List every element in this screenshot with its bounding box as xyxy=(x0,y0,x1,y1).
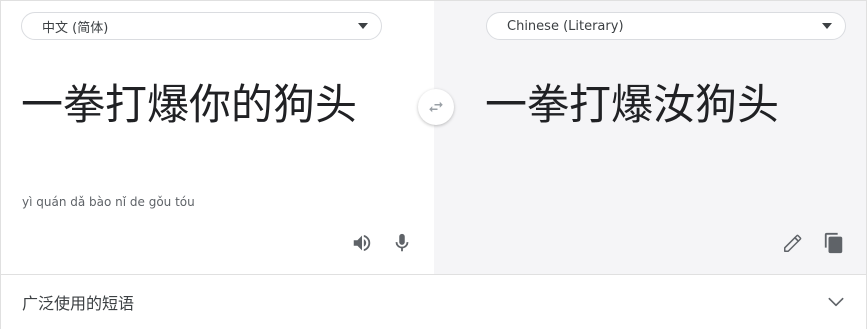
source-pane: 中文 (简体) 一拳打爆你的狗头 yì quán dǎ bào nǐ de gǒ… xyxy=(1,1,434,274)
translation-card: 中文 (简体) 一拳打爆你的狗头 yì quán dǎ bào nǐ de gǒ… xyxy=(0,0,867,329)
target-language-label: Chinese (Literary) xyxy=(507,18,624,34)
caret-down-icon xyxy=(822,23,832,29)
common-phrases-expander[interactable]: 广泛使用的短语 xyxy=(1,274,866,329)
source-romanization: yì quán dǎ bào nǐ de gǒu tóu xyxy=(22,195,195,209)
microphone-icon xyxy=(395,233,409,252)
source-language-select[interactable]: 中文 (简体) xyxy=(21,12,382,40)
voice-input-button[interactable] xyxy=(389,230,415,256)
translated-text: 一拳打爆汝狗头 xyxy=(485,80,780,129)
listen-button[interactable] xyxy=(349,230,375,256)
edit-translation-button[interactable] xyxy=(780,230,806,256)
common-phrases-label: 广泛使用的短语 xyxy=(22,294,135,313)
copy-icon xyxy=(824,232,843,254)
copy-translation-button[interactable] xyxy=(821,230,847,256)
pencil-icon xyxy=(784,234,802,252)
target-language-select[interactable]: Chinese (Literary) xyxy=(486,12,846,40)
swap-arrows-icon xyxy=(429,101,443,113)
chevron-down-icon xyxy=(826,292,846,312)
caret-down-icon xyxy=(358,23,368,29)
speaker-icon xyxy=(353,234,371,252)
source-text[interactable]: 一拳打爆你的狗头 xyxy=(21,79,357,131)
swap-languages-button[interactable] xyxy=(418,89,454,125)
source-language-label: 中文 (简体) xyxy=(42,20,109,36)
